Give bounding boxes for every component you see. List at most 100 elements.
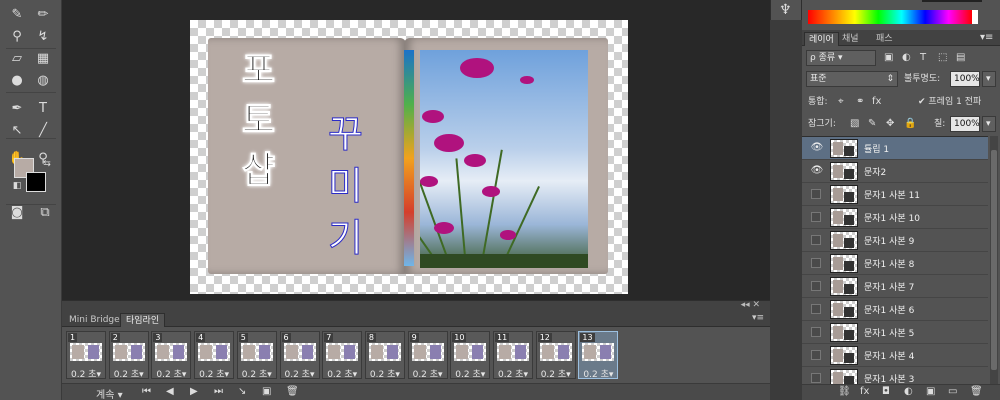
history-icon[interactable]: ♆ bbox=[779, 2, 792, 18]
frame-delay-select[interactable]: 0.2 초▾ bbox=[238, 367, 276, 380]
layer-name[interactable]: 문자1 사본 9 bbox=[864, 234, 914, 247]
filter-pixel-icon[interactable]: ▣ bbox=[884, 50, 893, 66]
layer-row[interactable]: 문자1 사본 8 bbox=[802, 252, 988, 275]
layer-row[interactable]: 문자1 사본 5 bbox=[802, 321, 988, 344]
layer-name[interactable]: 문자1 사본 8 bbox=[864, 257, 914, 270]
blend-mode-select[interactable]: 표준 ⇕ bbox=[806, 71, 898, 87]
visibility-toggle[interactable] bbox=[811, 258, 821, 268]
brush-icon[interactable]: ✏ bbox=[32, 4, 54, 24]
propagate-frame-checkbox[interactable]: ✔ 프레임 1 전파 bbox=[918, 94, 981, 110]
layer-name[interactable]: 튤립 1 bbox=[864, 142, 889, 155]
quick-mask-icon[interactable]: ◙ bbox=[6, 202, 28, 222]
screen-mode-icon[interactable]: ⧉ bbox=[34, 202, 56, 222]
path-selection-icon[interactable]: ↖ bbox=[6, 120, 28, 140]
frame-delay-select[interactable]: 0.2 초▾ bbox=[281, 367, 319, 380]
visibility-eye-icon[interactable]: 👁 bbox=[810, 165, 824, 177]
timeline-frame[interactable]: 7 0.2 초▾ bbox=[322, 331, 363, 380]
visibility-toggle[interactable] bbox=[811, 281, 821, 291]
layer-name[interactable]: 문자1 사본 3 bbox=[864, 372, 914, 384]
visibility-toggle[interactable] bbox=[811, 373, 821, 383]
panel-menu-icon[interactable]: ▾≡ bbox=[980, 30, 993, 46]
history-brush-icon[interactable]: ↯ bbox=[32, 26, 54, 46]
tween-icon[interactable]: ↘ bbox=[238, 386, 246, 397]
timeline-frame[interactable]: 9 0.2 초▾ bbox=[407, 331, 448, 380]
layer-name[interactable]: 문자1 사본 7 bbox=[864, 280, 914, 293]
document-canvas[interactable]: 포토샵 꾸미기 bbox=[190, 20, 628, 294]
eraser-icon[interactable]: ▱ bbox=[6, 48, 28, 68]
loop-select[interactable]: 계속 ▾ bbox=[96, 386, 123, 400]
background-color-swatch[interactable] bbox=[26, 172, 46, 192]
layer-row[interactable]: 👁 튤립 1 bbox=[802, 137, 988, 160]
first-frame-icon[interactable]: ⏮ bbox=[142, 386, 151, 397]
next-frame-icon[interactable]: ⏭ bbox=[214, 386, 223, 397]
collapse-icon[interactable]: ◂◂ ✕ bbox=[741, 300, 760, 310]
tab-paths[interactable]: 패스 bbox=[872, 32, 897, 46]
color-spectrum[interactable] bbox=[808, 10, 972, 24]
timeline-frame[interactable]: 12 0.2 초▾ bbox=[535, 331, 576, 380]
frame-delay-select[interactable]: 0.2 초▾ bbox=[451, 367, 489, 380]
unify-position-icon[interactable]: ⌖ bbox=[838, 94, 844, 110]
layer-row[interactable]: 문자1 사본 10 bbox=[802, 206, 988, 229]
layer-row[interactable]: 문자1 사본 11 bbox=[802, 183, 988, 206]
timeline-frame[interactable]: 3 0.2 초▾ bbox=[151, 331, 192, 380]
unify-visibility-icon[interactable]: ⚭ bbox=[856, 94, 864, 110]
add-style-icon[interactable]: fx bbox=[860, 386, 869, 397]
layer-filter-select[interactable]: ρ 종류 ▾ bbox=[806, 50, 876, 66]
layer-list-scrollbar[interactable] bbox=[990, 136, 998, 384]
type-icon[interactable]: T bbox=[32, 98, 54, 118]
new-layer-icon[interactable]: ▭ bbox=[948, 386, 957, 397]
timeline-frame[interactable]: 6 0.2 초▾ bbox=[279, 331, 320, 380]
lock-transparency-icon[interactable]: ▧ bbox=[850, 116, 859, 132]
tab-channels[interactable]: 채널 bbox=[838, 32, 863, 46]
timeline-frame[interactable]: 4 0.2 초▾ bbox=[194, 331, 235, 380]
layer-name[interactable]: 문자2 bbox=[864, 165, 886, 178]
stamp-icon[interactable]: ⚲ bbox=[6, 26, 28, 46]
timeline-frame[interactable]: 10 0.2 초▾ bbox=[450, 331, 491, 380]
visibility-eye-icon[interactable]: 👁 bbox=[810, 142, 824, 154]
dodge-icon[interactable]: ◍ bbox=[32, 70, 54, 90]
layer-row[interactable]: 문자1 사본 9 bbox=[802, 229, 988, 252]
layer-name[interactable]: 문자1 사본 5 bbox=[864, 326, 914, 339]
delete-frame-icon[interactable]: 🗑 bbox=[286, 386, 299, 397]
lock-position-icon[interactable]: ✥ bbox=[886, 116, 894, 132]
visibility-toggle[interactable] bbox=[811, 304, 821, 314]
fill-input[interactable]: 100% bbox=[950, 116, 980, 132]
opacity-input[interactable]: 100% bbox=[950, 71, 980, 87]
filter-adjustment-icon[interactable]: ◐ bbox=[902, 50, 911, 66]
frame-delay-select[interactable]: 0.2 초▾ bbox=[152, 367, 190, 380]
frame-delay-select[interactable]: 0.2 초▾ bbox=[323, 367, 361, 380]
visibility-toggle[interactable] bbox=[811, 212, 821, 222]
default-colors-icon[interactable]: ◧ bbox=[6, 176, 28, 196]
link-layers-icon[interactable]: ⛓ bbox=[838, 386, 851, 397]
timeline-frame[interactable]: 5 0.2 초▾ bbox=[236, 331, 277, 380]
lock-all-icon[interactable]: 🔒 bbox=[904, 116, 916, 132]
timeline-frame[interactable]: 8 0.2 초▾ bbox=[364, 331, 405, 380]
layer-row[interactable]: 문자1 사본 4 bbox=[802, 344, 988, 367]
frame-delay-select[interactable]: 0.2 초▾ bbox=[409, 367, 447, 380]
frame-delay-select[interactable]: 0.2 초▾ bbox=[110, 367, 148, 380]
tab-mini-bridge[interactable]: Mini Bridge bbox=[64, 313, 125, 327]
swap-colors-icon[interactable]: ⇆ bbox=[36, 154, 58, 174]
tab-timeline[interactable]: 타임라인 bbox=[120, 313, 166, 327]
previous-frame-icon[interactable]: ◀ bbox=[166, 386, 174, 397]
frame-delay-select[interactable]: 0.2 초▾ bbox=[494, 367, 532, 380]
layer-row[interactable]: 문자1 사본 6 bbox=[802, 298, 988, 321]
frame-delay-select[interactable]: 0.2 초▾ bbox=[67, 367, 105, 380]
delete-layer-icon[interactable]: 🗑 bbox=[970, 386, 983, 397]
fill-dropdown-icon[interactable]: ▾ bbox=[982, 116, 996, 132]
line-icon[interactable]: ╱ bbox=[32, 120, 54, 140]
timeline-frame[interactable]: 2 0.2 초▾ bbox=[108, 331, 149, 380]
spot-healing-icon[interactable]: ✎ bbox=[6, 4, 28, 24]
frame-delay-select[interactable]: 0.2 초▾ bbox=[579, 367, 617, 380]
timeline-frame[interactable]: 13 0.2 초▾ bbox=[578, 331, 619, 380]
new-group-icon[interactable]: ▣ bbox=[926, 386, 935, 397]
filter-type-icon[interactable]: T bbox=[920, 50, 926, 66]
panel-menu-icon[interactable]: ▾≡ bbox=[752, 313, 764, 323]
gradient-icon[interactable]: ▦ bbox=[32, 48, 54, 68]
layer-name[interactable]: 문자1 사본 11 bbox=[864, 188, 920, 201]
layer-name[interactable]: 문자1 사본 6 bbox=[864, 303, 914, 316]
scrollbar-thumb[interactable] bbox=[991, 150, 997, 370]
layer-row[interactable]: 👁 문자2 bbox=[802, 160, 988, 183]
blur-icon[interactable]: ● bbox=[6, 70, 28, 90]
frame-delay-select[interactable]: 0.2 초▾ bbox=[366, 367, 404, 380]
